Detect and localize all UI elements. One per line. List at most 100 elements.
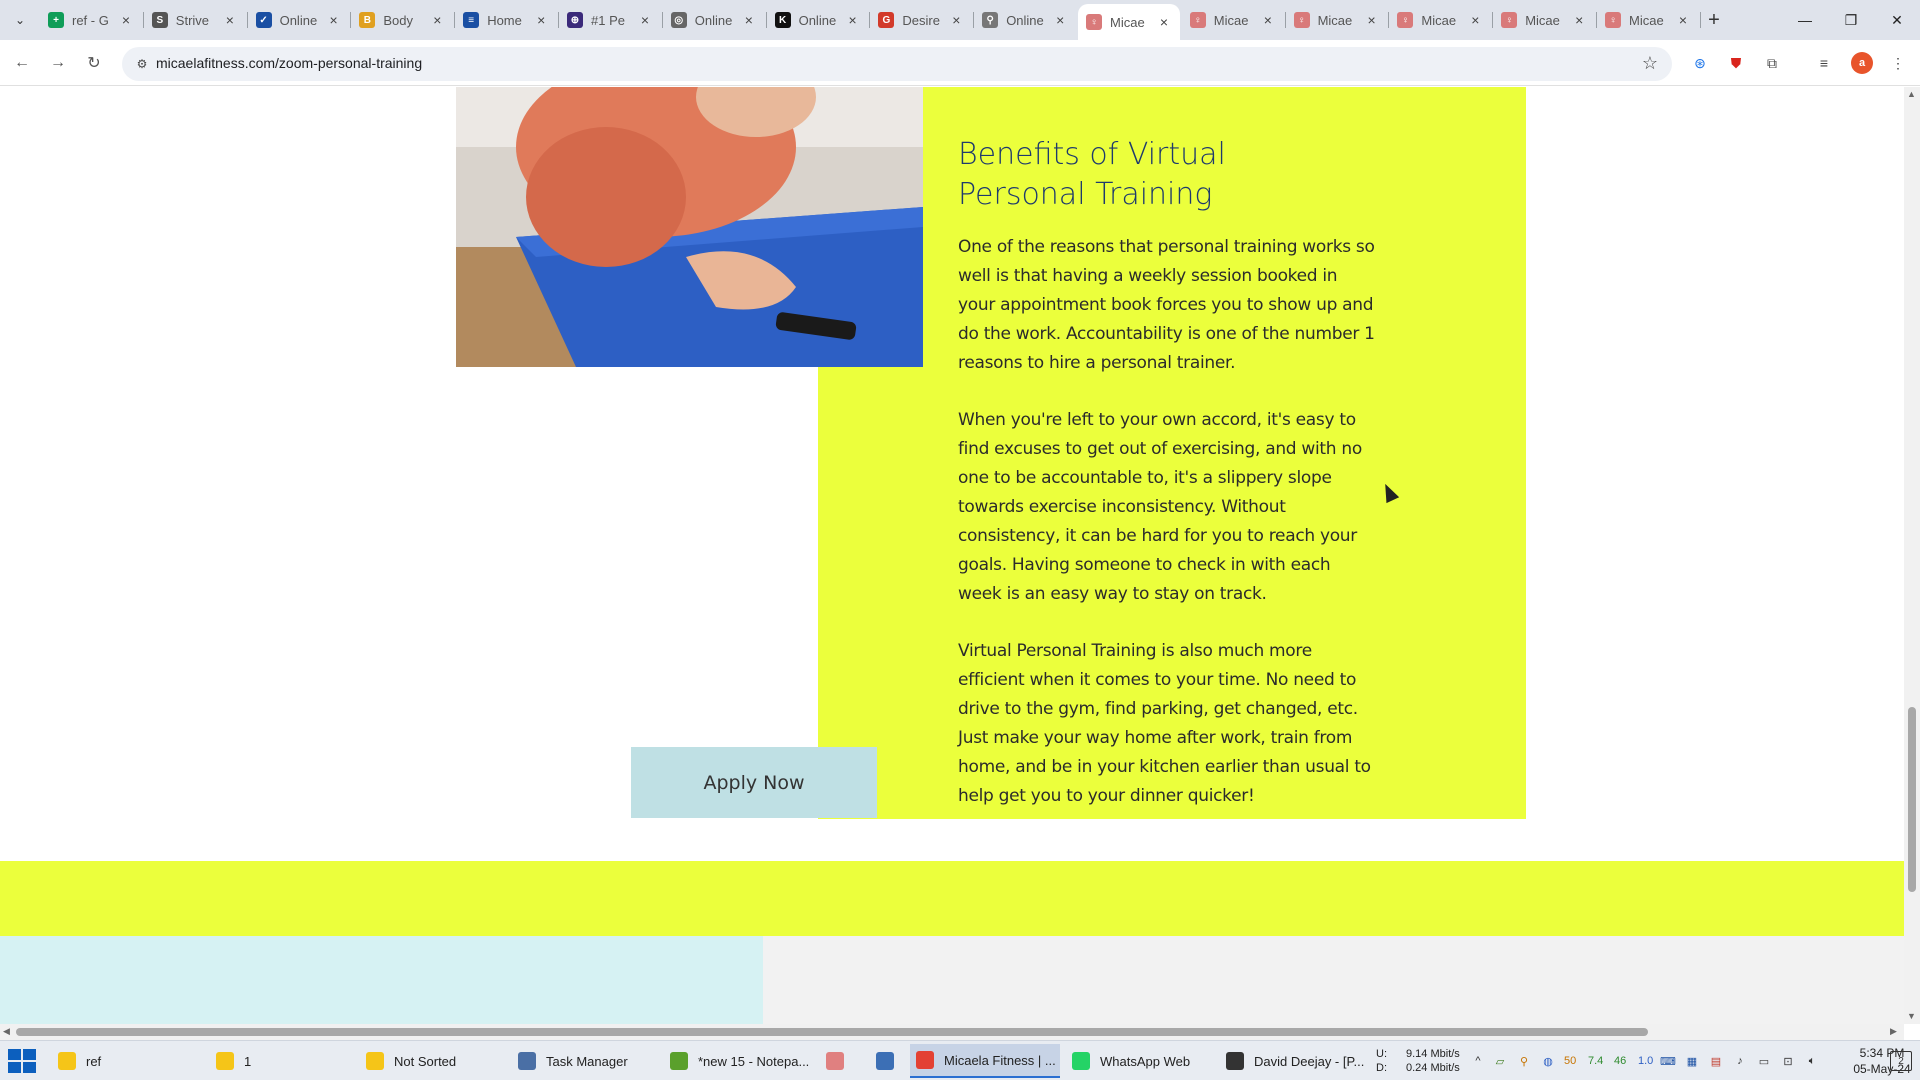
tab-close-icon[interactable]: × <box>741 12 757 28</box>
vertical-scroll-thumb[interactable] <box>1908 707 1916 892</box>
tab-close-icon[interactable]: × <box>533 12 549 28</box>
close-window-button[interactable]: ✕ <box>1874 0 1920 40</box>
restore-button[interactable]: ❐ <box>1828 0 1874 40</box>
browser-tab[interactable]: ⊕ #1 Pe × <box>559 6 661 34</box>
tab-close-icon[interactable]: × <box>1156 14 1172 30</box>
tray-battery-icon[interactable]: ▤ <box>1708 1053 1724 1069</box>
browser-tab[interactable]: K Online × <box>767 6 869 34</box>
tab-favicon-icon: S <box>151 12 168 28</box>
taskbar-app[interactable] <box>820 1044 860 1078</box>
tray-sound-icon[interactable]: 🔈︎ <box>1804 1053 1820 1069</box>
windows-start-icon[interactable] <box>8 1049 36 1073</box>
taskbar-app-label: Micaela Fitness | ... <box>944 1052 1056 1068</box>
url-text[interactable]: micaelafitness.com/zoom-personal-trainin… <box>156 55 422 71</box>
tray-keyboard-icon[interactable]: ⌨ <box>1660 1053 1676 1069</box>
tray-globe-icon[interactable]: ◍ <box>1540 1053 1556 1069</box>
puzzle-extensions-icon[interactable]: ⧉ <box>1760 51 1784 75</box>
minimize-button[interactable]: — <box>1782 0 1828 40</box>
taskbar-app[interactable]: Micaela Fitness | ... <box>910 1044 1060 1078</box>
tab-close-icon[interactable]: × <box>429 12 445 28</box>
windows-taskbar: ref 1 Not Sorted Task Manager *new 15 - Note… <box>0 1040 1920 1080</box>
tab-close-icon[interactable]: × <box>326 12 342 28</box>
profile-avatar[interactable]: a <box>1851 52 1873 74</box>
tab-close-icon[interactable]: × <box>1052 12 1068 28</box>
scroll-left-arrow-icon[interactable]: ◀ <box>3 1026 10 1037</box>
tab-search-chevron-icon[interactable]: ⌄ <box>8 8 32 32</box>
tray-volume-icon[interactable]: ♪ <box>1732 1053 1748 1069</box>
tray-app-icon[interactable]: ▱ <box>1492 1053 1508 1069</box>
bookmark-star-icon[interactable]: ☆ <box>1642 53 1658 74</box>
tray-chevron-up-icon[interactable]: ^ <box>1470 1053 1486 1069</box>
browser-tab[interactable]: S Strive × <box>144 6 246 34</box>
forward-arrow-icon[interactable]: → <box>46 51 70 75</box>
tab-close-icon[interactable]: × <box>222 12 238 28</box>
browser-tab[interactable]: ♀ Micae × <box>1597 6 1699 34</box>
tab-title: Desire <box>902 12 940 28</box>
tray-network-icon[interactable]: ⊡ <box>1780 1053 1796 1069</box>
taskbar-app-label: WhatsApp Web <box>1100 1053 1191 1069</box>
browser-tab[interactable]: ✓ Online × <box>248 6 350 34</box>
back-arrow-icon[interactable]: ← <box>10 51 34 75</box>
scroll-down-arrow-icon[interactable]: ▼ <box>1907 1011 1916 1021</box>
tab-close-icon[interactable]: × <box>1675 12 1691 28</box>
menu-kebab-icon[interactable]: ⋮ <box>1886 51 1910 75</box>
taskbar-app[interactable]: David Deejay - [P... <box>1220 1044 1370 1078</box>
taskbar-app[interactable]: *new 15 - Notepa... <box>664 1044 814 1078</box>
tab-favicon-icon: ⊕ <box>567 12 583 28</box>
taskbar-app-label: Not Sorted <box>394 1053 457 1069</box>
tray-search-icon[interactable]: ⚲ <box>1516 1053 1532 1069</box>
browser-tab[interactable]: ♀ Micae × <box>1078 4 1180 40</box>
grey-section <box>763 936 1904 1024</box>
reload-icon[interactable]: ↻ <box>82 51 106 75</box>
tab-favicon-icon: K <box>774 12 791 28</box>
scroll-right-arrow-icon[interactable]: ▶ <box>1890 1026 1897 1037</box>
scroll-up-arrow-icon[interactable]: ▲ <box>1907 89 1916 99</box>
tray-power-icon[interactable]: ▭ <box>1756 1053 1772 1069</box>
browser-tab[interactable]: ♀ Micae × <box>1286 6 1388 34</box>
media-control-icon[interactable]: ≡ <box>1812 51 1836 75</box>
tab-favicon-icon: ⚲ <box>982 12 999 28</box>
taskbar-app-label: 1 <box>244 1053 252 1069</box>
benefits-heading: Benefits of Virtual Personal Training <box>958 137 1226 212</box>
shield-extension-icon[interactable]: ⛊ <box>1724 51 1748 75</box>
horizontal-scrollbar[interactable]: ◀ ▶ <box>0 1024 1904 1040</box>
taskbar-app-icon <box>366 1052 384 1070</box>
browser-tab[interactable]: ♀ Micae × <box>1493 6 1595 34</box>
taskbar-app-icon <box>518 1052 536 1070</box>
browser-tab[interactable]: ≡ Home × <box>455 6 557 34</box>
tray-value-2: 7.4 <box>1588 1055 1604 1067</box>
taskbar-app[interactable]: WhatsApp Web <box>1066 1044 1216 1078</box>
benefits-paragraph-3: Virtual Personal Training is also much m… <box>958 641 1371 806</box>
browser-tab[interactable]: ♀ Micae × <box>1182 6 1284 34</box>
browser-tab[interactable]: B Body × <box>351 6 453 34</box>
tab-close-icon[interactable]: × <box>1571 12 1587 28</box>
notification-center-icon[interactable]: 2 <box>1890 1051 1912 1071</box>
browser-tab[interactable]: + ref - G × <box>40 6 142 34</box>
browser-tab[interactable]: ◎ Online × <box>663 6 765 34</box>
new-tab-button[interactable]: + <box>1702 8 1726 32</box>
horizontal-scroll-thumb[interactable] <box>16 1028 1648 1036</box>
tab-close-icon[interactable]: × <box>845 12 861 28</box>
tab-close-icon[interactable]: × <box>948 12 964 28</box>
tab-close-icon[interactable]: × <box>1467 12 1483 28</box>
browser-tab[interactable]: ⚲ Online × <box>974 6 1076 34</box>
tab-title: Micae <box>1629 12 1664 28</box>
apply-now-button[interactable]: Apply Now <box>631 747 877 818</box>
taskbar-app[interactable]: Not Sorted <box>360 1044 510 1078</box>
site-info-icon[interactable]: ⚙ <box>134 56 150 72</box>
taskbar-app[interactable] <box>870 1044 910 1078</box>
tab-close-icon[interactable]: × <box>1364 12 1380 28</box>
tab-close-icon[interactable]: × <box>1260 12 1276 28</box>
taskbar-app[interactable]: 1 <box>210 1044 330 1078</box>
address-bar[interactable]: ⚙ micaelafitness.com/zoom-personal-train… <box>122 47 1672 81</box>
browser-tab[interactable]: G Desire × <box>870 6 972 34</box>
vertical-scrollbar[interactable]: ▲ ▼ <box>1904 87 1920 1024</box>
tab-close-icon[interactable]: × <box>637 12 653 28</box>
extension-icon[interactable]: ⊛ <box>1688 51 1712 75</box>
light-blue-section <box>0 936 763 1024</box>
tray-language-icon[interactable]: ▦ <box>1684 1053 1700 1069</box>
taskbar-app[interactable]: Task Manager <box>512 1044 662 1078</box>
taskbar-app[interactable]: ref <box>52 1044 192 1078</box>
browser-tab[interactable]: ♀ Micae × <box>1389 6 1491 34</box>
tab-close-icon[interactable]: × <box>118 12 134 28</box>
